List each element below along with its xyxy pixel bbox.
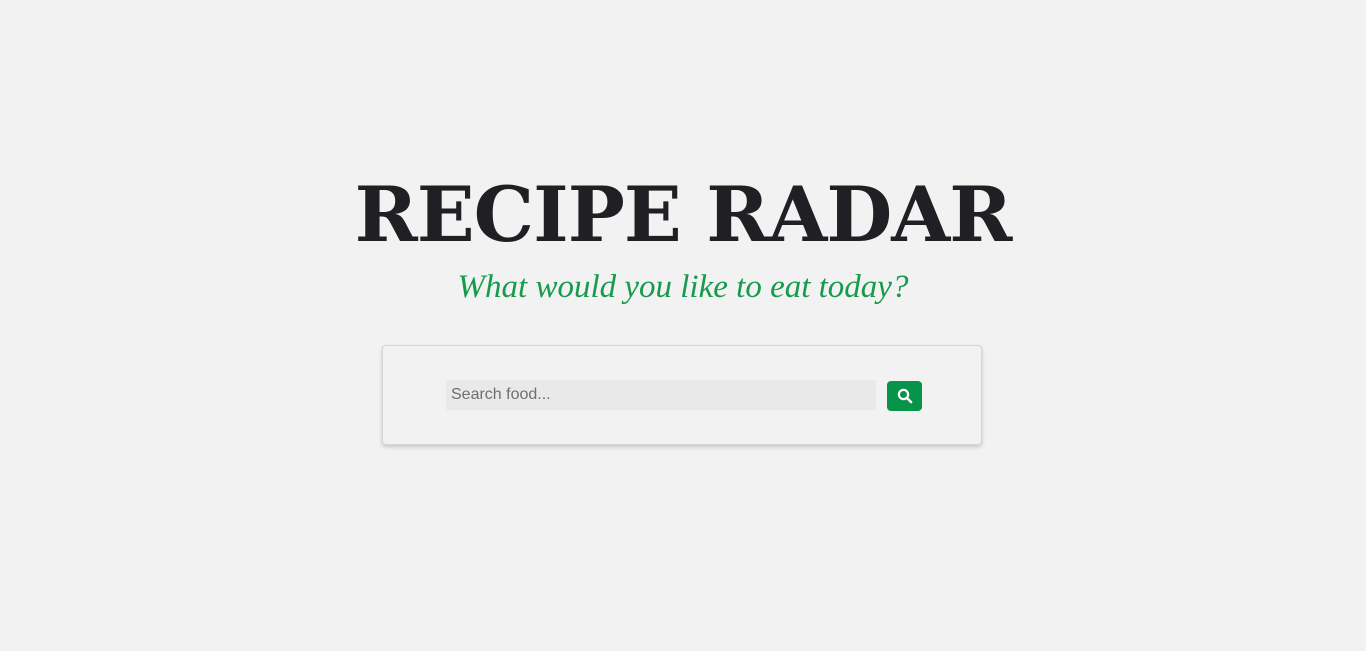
search-button[interactable] [887, 381, 922, 411]
landing-hero: RECIPE RADAR What would you like to eat … [0, 0, 1366, 651]
page-subtitle: What would you like to eat today? [457, 269, 909, 305]
search-icon [897, 388, 913, 404]
search-input[interactable] [446, 380, 876, 410]
search-card [382, 345, 982, 445]
page-title: RECIPE RADAR [354, 170, 1013, 259]
